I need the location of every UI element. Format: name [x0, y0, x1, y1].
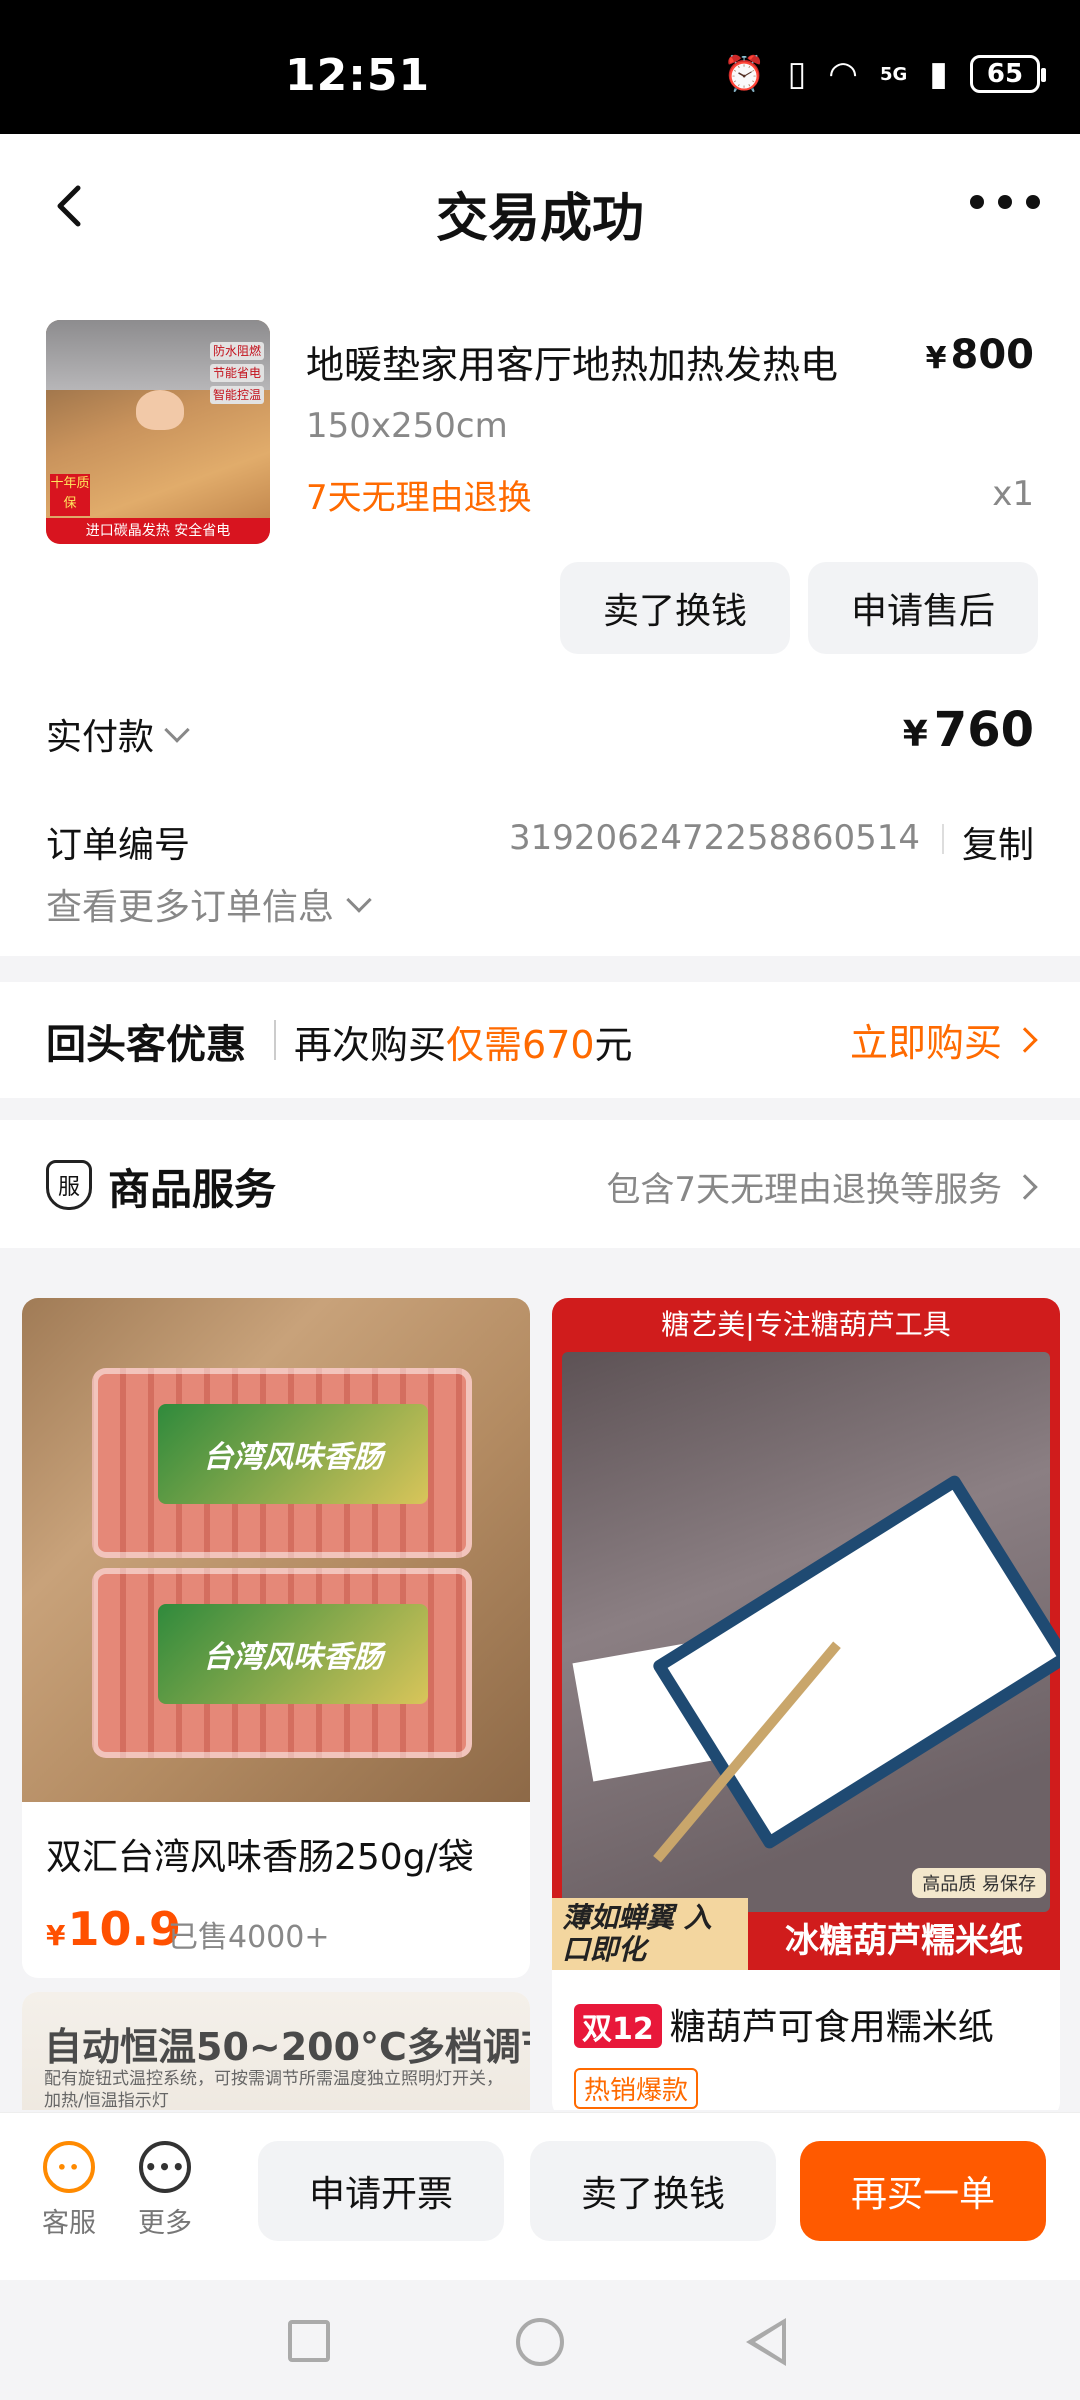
- image-banner: 糖艺美|专注糖葫芦工具: [661, 1308, 951, 1341]
- request-invoice-button[interactable]: 申请开票: [258, 2141, 504, 2241]
- buy-now-link[interactable]: 立即购买: [850, 1012, 1038, 1067]
- recents-icon[interactable]: [288, 2320, 330, 2362]
- after-sale-button[interactable]: 申请售后: [808, 562, 1038, 654]
- alarm-icon: ⏰: [723, 54, 766, 94]
- recommendation-feed: 台湾风味香肠 台湾风味香肠 双汇台湾风味香肠250g/袋 ¥10.9 已售400…: [0, 1270, 1080, 2110]
- image-caption-left: 薄如蝉翼 入口即化: [552, 1898, 748, 1970]
- chevron-down-icon: [164, 717, 190, 743]
- image-quality-tag: 高品质 易保存: [912, 1868, 1046, 1898]
- copy-button[interactable]: 复制: [962, 816, 1034, 868]
- chevron-down-icon: [346, 887, 372, 913]
- more-order-info-toggle[interactable]: 查看更多订单信息: [46, 878, 372, 930]
- return-policy: 7天无理由退换: [306, 478, 532, 518]
- more-options-button[interactable]: [970, 182, 1040, 222]
- product-image: 台湾风味香肠 台湾风味香肠: [22, 1298, 530, 1802]
- status-time: 12:51: [285, 50, 431, 101]
- chevron-right-icon: [1012, 1026, 1038, 1053]
- paid-amount-toggle[interactable]: 实付款: [46, 708, 190, 760]
- product-image: 自动恒温50~200°C多档调节 配有旋钮式温控系统，可按需调节所需温度独立照明…: [22, 1992, 530, 2110]
- promo-tag: 双12: [574, 2004, 662, 2048]
- product-title[interactable]: 地暖垫家用客厅地热加热发热电: [306, 334, 886, 389]
- feed-item-sold: 已售4000+: [168, 1920, 330, 1955]
- hot-sale-tag: 热销爆款: [574, 2068, 699, 2109]
- sell-for-cash-button[interactable]: 卖了换钱: [530, 2141, 776, 2241]
- order-number: 3192062472258860514: [508, 818, 920, 858]
- divider: [274, 1020, 276, 1060]
- sausage-pack: 台湾风味香肠: [92, 1368, 472, 1558]
- chevron-right-icon: [1012, 1173, 1038, 1200]
- page-title: 交易成功: [435, 189, 644, 249]
- status-icons: ⏰ ▯ ◠ 5G ▮ 65: [723, 54, 1046, 94]
- paid-label: 实付款: [46, 717, 155, 758]
- system-back-icon[interactable]: [746, 2318, 786, 2366]
- service-shield-icon: 服: [46, 1160, 92, 1210]
- customer-service-icon: ••: [43, 2141, 95, 2193]
- more-label: 更多: [138, 2208, 192, 2239]
- thumb-tag: 节能省电: [210, 364, 264, 382]
- thumb-tag: 防水阻燃: [210, 342, 264, 360]
- sausage-pack: 台湾风味香肠: [92, 1568, 472, 1758]
- network-type: 5G: [879, 63, 908, 85]
- feed-item-title: 双12 糖葫芦可食用糯米纸: [574, 1998, 1044, 2050]
- wifi-icon: ◠: [828, 54, 858, 94]
- more-button[interactable]: ••• 更多: [130, 2141, 200, 2240]
- dot-icon: [998, 195, 1012, 209]
- buy-again-button[interactable]: 再买一单: [800, 2141, 1046, 2241]
- order-number-label: 订单编号: [46, 825, 191, 866]
- feed-item-title: 双汇台湾风味香肠250g/袋: [46, 1837, 474, 1878]
- order-card: 防水阻燃 节能省电 智能控温 十年质保 进口碳晶发热 安全省电 地暖垫家用客厅地…: [0, 284, 1080, 956]
- repeat-customer-card[interactable]: 回头客优惠 再次购买仅需670元 立即购买: [0, 982, 1080, 1098]
- customer-service-label: 客服: [42, 2208, 96, 2239]
- divider: [942, 824, 944, 854]
- product-quantity: x1: [992, 474, 1034, 514]
- service-title: 商品服务: [108, 1165, 277, 1214]
- status-bar: 12:51 ⏰ ▯ ◠ 5G ▮ 65: [0, 0, 1080, 134]
- battery-icon: 65: [970, 55, 1046, 93]
- repeat-offer-text: 再次购买仅需670元: [294, 1023, 633, 1067]
- more-icon: •••: [139, 2141, 191, 2193]
- image-subtext: 配有旋钮式温控系统，可按需调节所需温度独立照明灯开关，加热/恒温指示灯: [44, 2069, 503, 2110]
- product-image: 糖艺美|专注糖葫芦工具 高品质 易保存 薄如蝉翼 入口即化 冰糖葫芦糯米纸: [552, 1298, 1060, 1970]
- customer-service-button[interactable]: •• 客服: [34, 2141, 104, 2240]
- feed-card[interactable]: 台湾风味香肠 台湾风味香肠 双汇台湾风味香肠250g/袋 ¥10.9 已售400…: [22, 1298, 530, 1978]
- thumb-baby: [136, 390, 184, 430]
- sell-for-cash-button[interactable]: 卖了换钱: [560, 562, 790, 654]
- product-service-card[interactable]: 服 商品服务 包含7天无理由退换等服务: [0, 1120, 1080, 1248]
- system-nav-bar: [0, 2280, 1080, 2400]
- feed-card[interactable]: 自动恒温50~200°C多档调节 配有旋钮式温控系统，可按需调节所需温度独立照明…: [22, 1992, 530, 2110]
- product-spec: 150x250cm: [306, 406, 508, 446]
- thumb-warranty-badge: 十年质保: [50, 474, 90, 516]
- product-price: ¥800: [925, 332, 1034, 378]
- feed-card[interactable]: 糖艺美|专注糖葫芦工具 高品质 易保存 薄如蝉翼 入口即化 冰糖葫芦糯米纸 双1…: [552, 1298, 1060, 2110]
- thumb-side-tags: 防水阻燃 节能省电 智能控温: [210, 342, 264, 404]
- image-headline: 自动恒温50~200°C多档调节: [44, 2025, 530, 2069]
- product-thumbnail[interactable]: 防水阻燃 节能省电 智能控温 十年质保 进口碳晶发热 安全省电: [46, 320, 270, 544]
- repeat-offer-title: 回头客优惠: [46, 1022, 246, 1068]
- dot-icon: [970, 195, 984, 209]
- feed-item-price: ¥10.9: [46, 1902, 181, 1956]
- bottom-action-bar: •• 客服 ••• 更多 申请开票 卖了换钱 再买一单: [0, 2112, 1080, 2280]
- paid-amount: ¥760: [902, 702, 1034, 758]
- image-caption-right: 冰糖葫芦糯米纸: [785, 1921, 1023, 1961]
- signal-icon: ▮: [929, 54, 948, 94]
- thumb-bottom-banner: 进口碳晶发热 安全省电: [46, 518, 270, 544]
- service-description: 包含7天无理由退换等服务: [606, 1162, 1038, 1211]
- home-icon[interactable]: [516, 2318, 564, 2366]
- vibrate-icon: ▯: [787, 54, 807, 94]
- more-order-info-label: 查看更多订单信息: [46, 887, 335, 928]
- dot-icon: [1026, 195, 1040, 209]
- thumb-tag: 智能控温: [210, 386, 264, 404]
- nav-bar: 交易成功: [0, 134, 1080, 284]
- image-backdrop: [562, 1352, 1060, 1912]
- battery-level: 65: [986, 59, 1024, 89]
